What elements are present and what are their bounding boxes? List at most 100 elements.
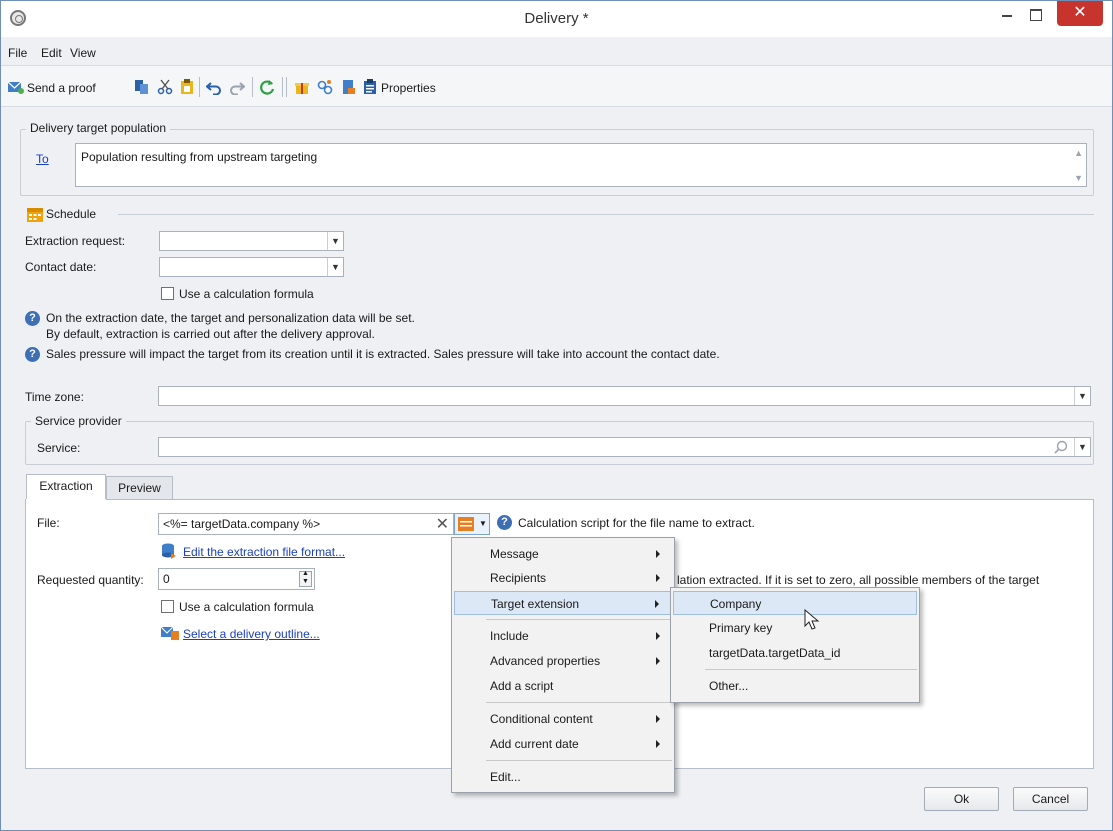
chevron-right-icon	[656, 632, 660, 640]
menu-separator	[486, 702, 672, 703]
stepper-up-icon[interactable]: ▲	[302, 570, 309, 577]
chevron-right-icon	[655, 600, 659, 608]
menu-item-include[interactable]: Include	[454, 624, 672, 648]
extraction-formula-checkbox[interactable]	[161, 600, 174, 613]
toolbar-separator	[282, 77, 283, 97]
search-icon[interactable]	[1054, 440, 1068, 454]
calendar-icon	[27, 208, 43, 222]
toolbar-separator	[286, 77, 287, 97]
tab-preview[interactable]: Preview	[106, 476, 173, 500]
menu-view[interactable]: View	[70, 46, 96, 60]
undo-icon[interactable]	[206, 79, 222, 95]
chevron-down-icon[interactable]: ▼	[327, 232, 343, 250]
insert-field-button[interactable]: ▼	[454, 513, 490, 535]
send-proof-button[interactable]: Send a proof	[27, 81, 96, 95]
insert-context-menu: Message Recipients Target extension Incl…	[451, 537, 675, 793]
ok-button[interactable]: Ok	[924, 787, 999, 811]
menu-item-advanced-properties[interactable]: Advanced properties	[454, 649, 672, 673]
contact-date-select[interactable]: ▼	[159, 257, 344, 277]
chevron-right-icon	[656, 657, 660, 665]
extraction-request-label: Extraction request:	[25, 234, 126, 248]
maximize-button[interactable]	[1021, 1, 1049, 29]
schedule-formula-label: Use a calculation formula	[179, 287, 314, 301]
help-icon: ?	[25, 347, 40, 362]
quantity-help-text: lation extracted. If it is set to zero, …	[677, 573, 1040, 587]
chevron-down-icon[interactable]: ▼	[1074, 438, 1090, 456]
menu-separator	[486, 619, 672, 620]
edit-extraction-format-link[interactable]: Edit the extraction file format...	[183, 545, 345, 559]
delivery-outline-icon	[161, 626, 179, 640]
chevron-right-icon	[656, 574, 660, 582]
chevron-right-icon	[656, 715, 660, 723]
service-provider-title: Service provider	[31, 414, 126, 428]
properties-icon[interactable]	[362, 79, 378, 95]
extraction-formula-label: Use a calculation formula	[179, 600, 314, 614]
extraction-help-text-2: By default, extraction is carried out af…	[46, 327, 375, 341]
field-list-icon	[458, 517, 474, 531]
file-name-value: <%= targetData.company %>	[163, 517, 321, 531]
file-help-text: Calculation script for the file name to …	[518, 516, 755, 530]
send-proof-icon[interactable]	[8, 79, 24, 95]
help-icon: ?	[497, 515, 512, 530]
tab-extraction[interactable]: Extraction	[26, 474, 106, 500]
gift-icon[interactable]	[294, 79, 310, 95]
requested-quantity-label: Requested quantity:	[37, 573, 144, 587]
copy-icon[interactable]	[134, 79, 150, 95]
chevron-down-icon[interactable]: ▼	[327, 258, 343, 276]
menu-separator	[705, 669, 917, 670]
menu-item-add-script[interactable]: Add a script	[454, 674, 672, 698]
select-delivery-outline-link[interactable]: Select a delivery outline...	[183, 627, 320, 641]
mouse-cursor-icon	[804, 609, 820, 630]
minimize-button[interactable]	[993, 1, 1021, 29]
menu-item-target-extension[interactable]: Target extension	[454, 591, 672, 615]
chevron-right-icon	[656, 550, 660, 558]
population-textarea[interactable]: Population resulting from upstream targe…	[75, 143, 1087, 187]
menu-edit[interactable]: Edit	[41, 46, 62, 60]
toolbar-separator	[252, 77, 253, 97]
menu-file[interactable]: File	[8, 46, 27, 60]
submenu-item-target-data-id[interactable]: targetData.targetData_id	[673, 641, 917, 665]
chevron-down-icon: ▼	[479, 519, 487, 528]
bookmark-icon[interactable]	[340, 79, 356, 95]
to-link[interactable]: To	[36, 152, 49, 166]
refresh-icon[interactable]	[259, 79, 275, 95]
file-name-input[interactable]: <%= targetData.company %> ✕	[158, 513, 454, 535]
redo-icon[interactable]	[229, 79, 245, 95]
chevron-right-icon	[656, 740, 660, 748]
file-label: File:	[37, 516, 60, 530]
requested-quantity-value: 0	[163, 572, 170, 586]
schedule-formula-checkbox[interactable]	[161, 287, 174, 300]
submenu-item-primary-key[interactable]: Primary key	[673, 616, 917, 640]
quantity-stepper[interactable]: ▲ ▼	[299, 570, 312, 587]
submenu-item-company[interactable]: Company	[673, 591, 917, 615]
window-title: Delivery *	[524, 10, 589, 27]
service-label: Service:	[37, 441, 81, 455]
service-select[interactable]: ▼	[158, 437, 1091, 457]
title-bar: Delivery * ✕	[1, 1, 1112, 37]
schedule-title: Schedule	[46, 207, 97, 221]
extraction-request-select[interactable]: ▼	[159, 231, 344, 251]
menu-item-edit[interactable]: Edit...	[454, 765, 672, 789]
requested-quantity-input[interactable]: 0 ▲ ▼	[158, 568, 315, 590]
menu-item-conditional-content[interactable]: Conditional content	[454, 707, 672, 731]
paste-icon[interactable]	[179, 79, 195, 95]
menu-item-recipients[interactable]: Recipients	[454, 566, 672, 590]
menu-item-message[interactable]: Message	[454, 542, 672, 566]
link-icon[interactable]	[317, 79, 333, 95]
stepper-down-icon[interactable]: ▼	[302, 578, 309, 585]
scroll-down-icon[interactable]: ▼	[1074, 173, 1083, 183]
clear-icon[interactable]: ✕	[436, 514, 449, 534]
close-button[interactable]: ✕	[1057, 1, 1103, 26]
tab-connector	[26, 499, 106, 502]
cancel-button[interactable]: Cancel	[1013, 787, 1088, 811]
scroll-up-icon[interactable]: ▲	[1074, 148, 1083, 158]
menu-item-add-current-date[interactable]: Add current date	[454, 732, 672, 756]
cut-icon[interactable]	[157, 79, 173, 95]
submenu-item-other[interactable]: Other...	[673, 674, 917, 698]
toolbar: Send a proof Properties	[1, 65, 1112, 107]
delivery-window: Delivery * ✕ File Edit View Send a proof	[0, 0, 1113, 831]
database-icon	[162, 543, 176, 559]
time-zone-select[interactable]: ▼	[158, 386, 1091, 406]
properties-button[interactable]: Properties	[381, 81, 436, 95]
chevron-down-icon[interactable]: ▼	[1074, 387, 1090, 405]
